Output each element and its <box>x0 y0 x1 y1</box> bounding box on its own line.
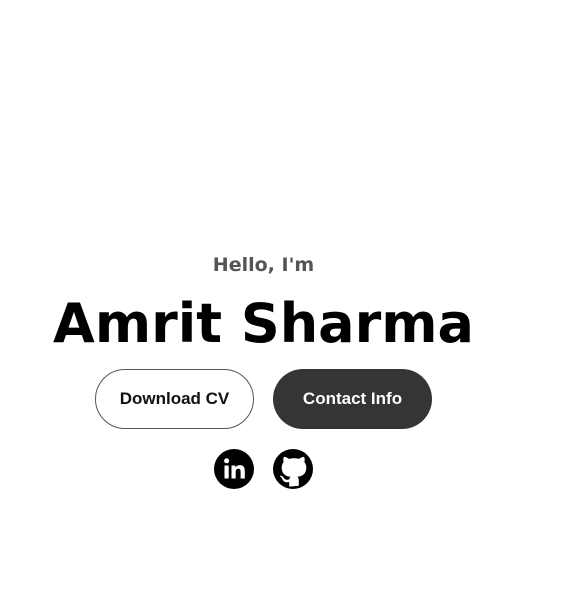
profile-name: Amrit Sharma <box>53 292 474 355</box>
contact-info-label: Contact Info <box>302 389 403 408</box>
linkedin-link[interactable] <box>214 449 254 489</box>
profile-hero: Hello, I'm Amrit Sharma Download CV Cont… <box>0 0 561 611</box>
download-cv-button[interactable]: Download CV <box>95 369 254 429</box>
github-link[interactable] <box>273 449 313 489</box>
download-cv-label: Download CV <box>119 389 230 408</box>
contact-info-button[interactable]: Contact Info <box>273 369 432 429</box>
greeting-text: Hello, I'm <box>212 254 315 276</box>
github-icon <box>273 449 313 489</box>
linkedin-icon <box>214 449 254 489</box>
